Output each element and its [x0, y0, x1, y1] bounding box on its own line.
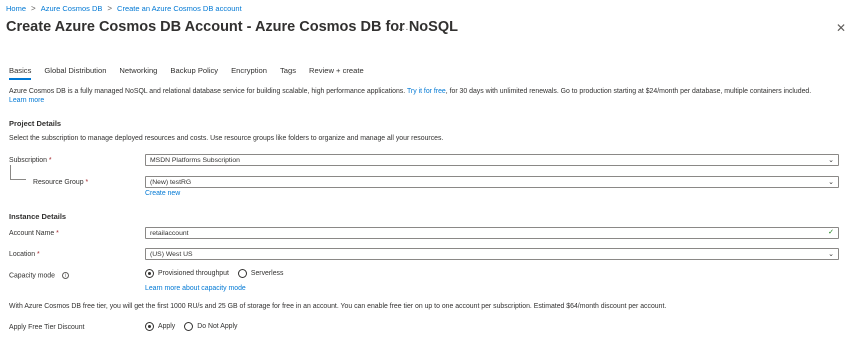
radio-provisioned-throughput-label[interactable]: Provisioned throughput: [158, 270, 229, 277]
ellipsis-icon[interactable]: ...: [398, 22, 409, 33]
radio-do-not-apply-label[interactable]: Do Not Apply: [197, 323, 237, 330]
radio-serverless-label[interactable]: Serverless: [251, 270, 284, 277]
resource-group-label: Resource Group *: [33, 179, 88, 186]
breadcrumb: Home > Azure Cosmos DB > Create an Azure…: [6, 4, 242, 13]
tab-tags[interactable]: Tags: [280, 66, 296, 75]
required-mark: *: [56, 230, 59, 237]
free-tier-label: Apply Free Tier Discount: [9, 324, 85, 331]
resource-group-value: (New) testRG: [150, 178, 192, 186]
radio-provisioned-throughput[interactable]: [145, 269, 154, 278]
subscription-select[interactable]: MSDN Platforms Subscription ⌄: [145, 154, 839, 166]
create-new-link[interactable]: Create new: [145, 190, 180, 197]
subscription-label-text: Subscription: [9, 157, 47, 164]
breadcrumb-create-account[interactable]: Create an Azure Cosmos DB account: [117, 4, 242, 13]
breadcrumb-cosmos-db[interactable]: Azure Cosmos DB: [41, 4, 103, 13]
tab-global-distribution[interactable]: Global Distribution: [44, 66, 106, 75]
required-mark: *: [48, 157, 52, 164]
checkmark-icon: ✓: [828, 229, 834, 236]
intro-text-after: , for 30 days with unlimited renewals. G…: [445, 88, 812, 95]
account-name-value: retailaccount: [150, 229, 189, 237]
free-tier-description: With Azure Cosmos DB free tier, you will…: [9, 303, 667, 310]
resource-group-label-text: Resource Group: [33, 179, 84, 186]
tab-encryption[interactable]: Encryption: [231, 66, 267, 75]
location-label-text: Location: [9, 251, 36, 258]
radio-do-not-apply[interactable]: [184, 322, 194, 331]
page-title: Create Azure Cosmos DB Account - Azure C…: [6, 19, 458, 35]
breadcrumb-separator: >: [107, 4, 113, 13]
capacity-mode-label-text: Capacity mode: [9, 272, 55, 280]
capacity-mode-learn-more-link[interactable]: Learn more about capacity mode: [145, 285, 246, 292]
intro-text: Azure Cosmos DB is a fully managed NoSQL…: [9, 88, 811, 95]
tab-review-create[interactable]: Review + create: [309, 66, 364, 75]
tree-connector-horizontal: [10, 179, 26, 180]
tab-backup-policy[interactable]: Backup Policy: [170, 66, 218, 75]
breadcrumb-home[interactable]: Home: [6, 4, 26, 13]
try-free-link[interactable]: Try it for free: [407, 88, 446, 95]
subscription-value: MSDN Platforms Subscription: [150, 156, 240, 164]
location-value: (US) West US: [150, 250, 193, 258]
tree-connector-vertical: [10, 165, 11, 179]
chevron-down-icon: ⌄: [828, 179, 834, 186]
capacity-mode-label: Capacity mode i: [9, 272, 69, 279]
tab-networking[interactable]: Networking: [119, 66, 157, 75]
chevron-down-icon: ⌄: [828, 157, 834, 164]
instance-details-heading: Instance Details: [9, 212, 67, 221]
required-mark: *: [36, 251, 40, 258]
radio-apply-label[interactable]: Apply: [158, 323, 175, 330]
capacity-mode-radio-group: Provisioned throughput Serverless: [145, 269, 283, 278]
project-details-heading: Project Details: [9, 119, 62, 128]
required-mark: *: [85, 179, 89, 186]
radio-apply[interactable]: [145, 322, 154, 331]
location-select[interactable]: (US) West US ⌄: [145, 248, 839, 260]
info-icon[interactable]: i: [61, 272, 69, 279]
location-label: Location *: [9, 251, 40, 258]
breadcrumb-separator: >: [31, 4, 36, 13]
free-tier-radio-group: Apply Do Not Apply: [145, 322, 237, 331]
learn-more-link[interactable]: Learn more: [9, 97, 44, 104]
radio-serverless[interactable]: [237, 269, 247, 278]
account-name-input[interactable]: retailaccount ✓: [145, 227, 839, 239]
resource-group-select[interactable]: (New) testRG ⌄: [145, 176, 839, 188]
subscription-label: Subscription *: [9, 157, 52, 164]
account-name-label-text: Account Name: [9, 230, 55, 237]
close-icon[interactable]: ✕: [836, 21, 846, 35]
tab-basics[interactable]: Basics: [9, 66, 32, 80]
chevron-down-icon: ⌄: [828, 251, 834, 258]
intro-text-before: Azure Cosmos DB is a fully managed NoSQL…: [9, 88, 406, 95]
project-details-description: Select the subscription to manage deploy…: [9, 135, 444, 142]
tab-bar: Basics Global Distribution Networking Ba…: [9, 66, 377, 80]
account-name-label: Account Name *: [9, 230, 59, 237]
